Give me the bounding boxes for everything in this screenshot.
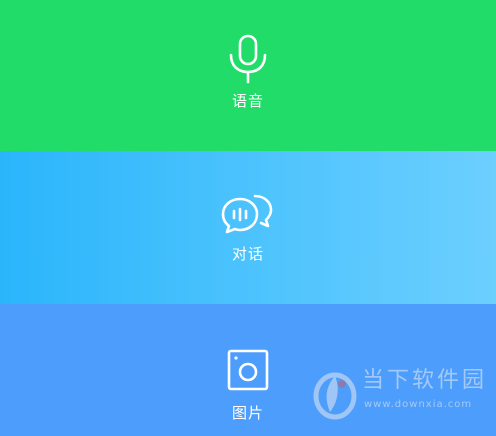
camera-icon: [227, 349, 269, 391]
image-mode-label: 图片: [231, 404, 264, 422]
watermark-title: 当下软件园: [362, 368, 488, 393]
watermark-url: www.downxia.com: [364, 399, 473, 410]
site-watermark: 当下软件园 www.downxia.com: [306, 362, 492, 426]
dialogue-mode-button[interactable]: 对话: [0, 151, 496, 304]
translator-mode-screen: 语音 对话 图片 当下软件园 www.downxia.com: [0, 0, 496, 436]
voice-mode-button[interactable]: 语音: [0, 0, 496, 151]
microphone-icon: [229, 34, 267, 84]
chat-bubbles-icon: [221, 194, 273, 234]
dialogue-mode-label: 对话: [231, 245, 264, 263]
watermark-logo-icon: [313, 372, 357, 420]
voice-mode-label: 语音: [231, 92, 264, 110]
